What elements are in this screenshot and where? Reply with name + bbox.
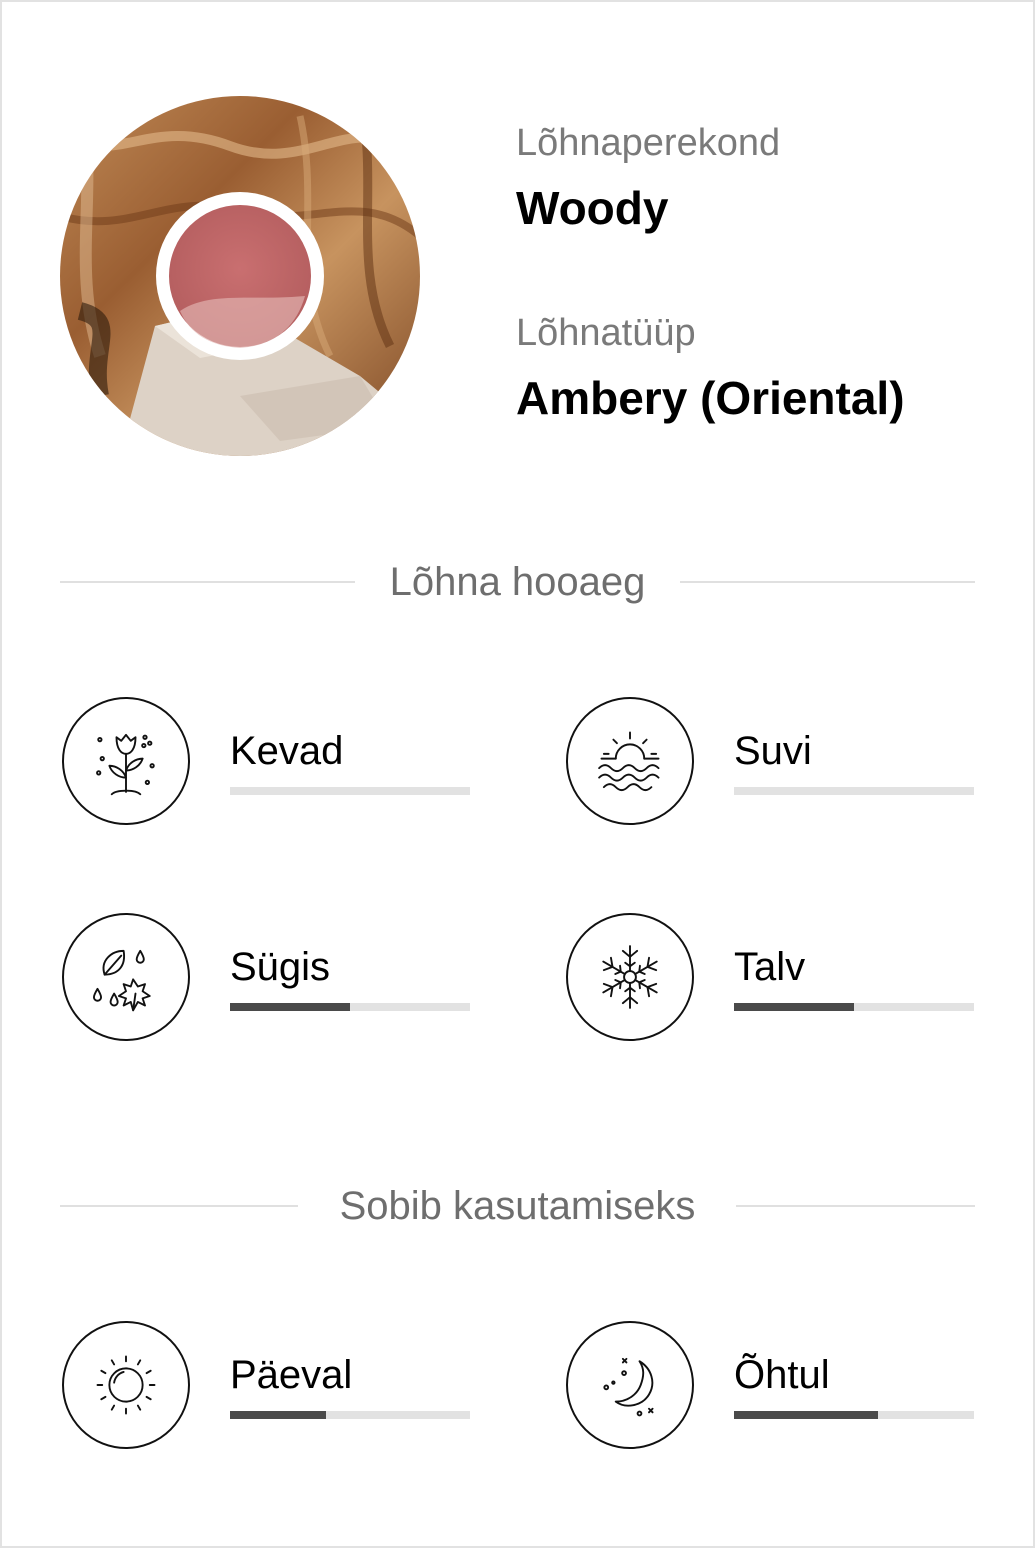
season-item-autumn: Sügis — [62, 913, 482, 1045]
day-sun-icon — [62, 1321, 190, 1449]
summer-sun-waves-icon — [566, 697, 694, 825]
season-item-spring: Kevad — [62, 697, 482, 829]
season-item-winter: Talv — [566, 913, 986, 1045]
family-label: Lõhnaperekond — [516, 122, 781, 164]
type-label: Lõhnatüüp — [516, 312, 696, 354]
autumn-leaves-icon — [62, 913, 190, 1041]
fragrance-info: Lõhnaperekond Woody Lõhnatüüp Ambery (Or… — [516, 118, 905, 426]
level-bar — [230, 787, 470, 795]
level-bar — [230, 1003, 470, 1011]
divider-line-right — [736, 1205, 975, 1207]
spring-flower-icon — [62, 697, 190, 825]
level-bar-fill — [230, 1003, 350, 1011]
level-bar — [230, 1411, 470, 1419]
level-bar — [734, 1411, 974, 1419]
level-bar — [734, 787, 974, 795]
divider-line-right — [680, 581, 975, 583]
usage-label: Päeval — [230, 1353, 353, 1397]
season-label: Talv — [734, 945, 806, 989]
usage-item-evening: Õhtul — [566, 1321, 986, 1453]
season-section-header: Lõhna hooaeg — [60, 557, 975, 607]
season-label: Sügis — [230, 945, 331, 989]
scent-swatch-image — [60, 96, 420, 456]
season-label: Suvi — [734, 729, 812, 773]
level-bar-fill — [734, 1003, 854, 1011]
night-moon-icon — [566, 1321, 694, 1449]
usage-label: Õhtul — [734, 1353, 830, 1397]
level-bar-fill — [734, 1411, 878, 1419]
type-value: Ambery (Oriental) — [516, 372, 905, 424]
season-item-summer: Suvi — [566, 697, 986, 829]
usage-item-day: Päeval — [62, 1321, 482, 1453]
winter-snowflake-icon — [566, 913, 694, 1041]
usage-section-header: Sobib kasutamiseks — [60, 1181, 975, 1231]
level-bar-fill — [230, 1411, 326, 1419]
family-value: Woody — [516, 182, 669, 234]
level-bar — [734, 1003, 974, 1011]
season-label: Kevad — [230, 729, 344, 773]
